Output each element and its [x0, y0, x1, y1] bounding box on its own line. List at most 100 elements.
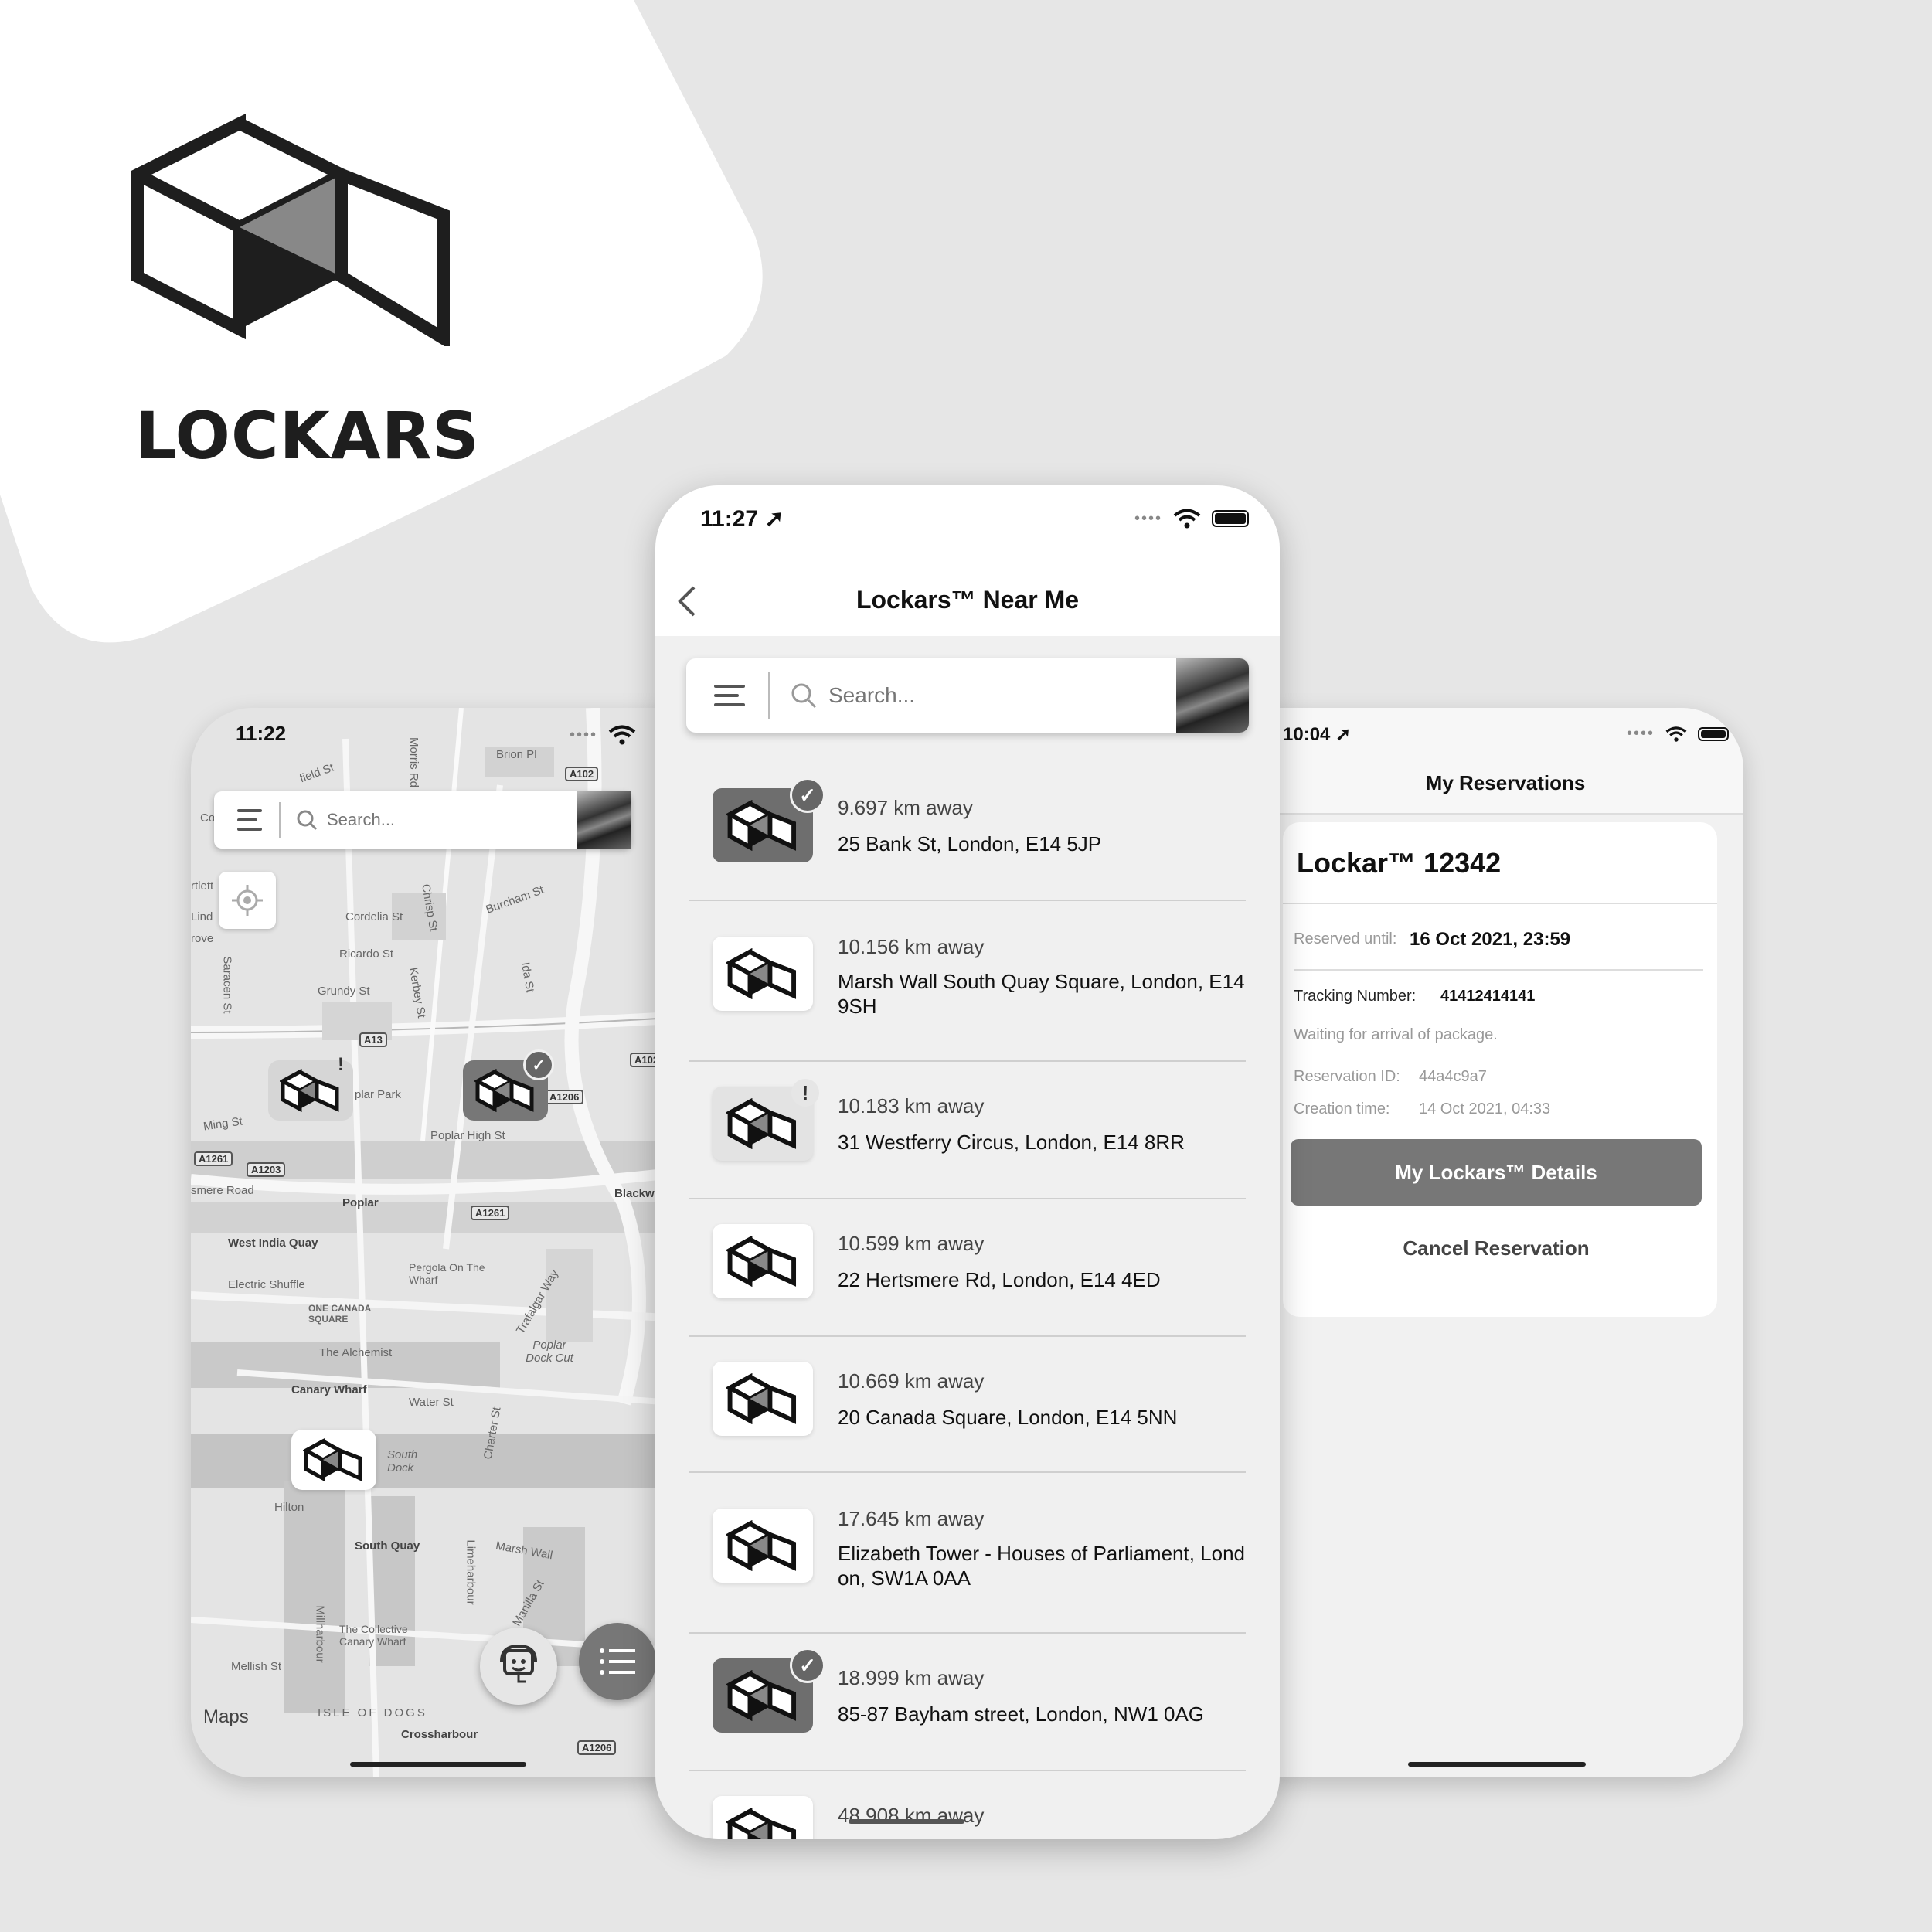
map-label: Millharbour	[313, 1605, 327, 1663]
check-icon: ✓	[790, 1648, 825, 1683]
road-tag: A102	[565, 767, 599, 781]
battery-icon	[1212, 510, 1250, 527]
wifi-icon	[1173, 509, 1201, 529]
locker-list-item[interactable]: ✓ 18.999 km away 85-87 Bayham street, Lond…	[689, 1634, 1246, 1771]
search-input[interactable]	[325, 809, 560, 831]
locker-distance: 18.999 km away	[838, 1666, 985, 1689]
locker-cube-icon	[280, 1069, 339, 1112]
locate-me-button[interactable]	[219, 872, 276, 929]
map-search-bar[interactable]	[214, 791, 631, 849]
map-label: Poplar Dock Cut	[526, 1338, 573, 1365]
signal-icon: ••••	[570, 726, 598, 743]
wifi-icon	[1665, 726, 1687, 742]
map-label: South Quay	[355, 1539, 420, 1553]
tracking-number-value: 41412414141	[1440, 988, 1536, 1005]
divider	[279, 802, 281, 838]
map-label: Lind	[191, 910, 213, 923]
alert-icon: !	[791, 1079, 819, 1107]
locker-icon-tile	[713, 1224, 813, 1298]
road-tag: A13	[359, 1032, 387, 1047]
tracking-number-label: Tracking Number:	[1294, 988, 1417, 1005]
locker-icon-tile	[713, 1362, 813, 1436]
wifi-icon	[608, 725, 636, 745]
road-tag: A1203	[247, 1162, 286, 1177]
profile-thumbnail[interactable]	[1176, 658, 1249, 733]
locker-list-item[interactable]: 10.669 km away 20 Canada Square, London, …	[689, 1337, 1246, 1473]
map-label: ISLE OF DOGS	[318, 1706, 427, 1719]
home-indicator	[1408, 1762, 1586, 1767]
locker-list-item[interactable]: 48.908 km away	[689, 1771, 1246, 1839]
search-input[interactable]	[827, 682, 1139, 709]
locker-address: 20 Canada Square, London, E14 5NN	[838, 1406, 1178, 1429]
apple-maps-attribution: Maps	[203, 1706, 249, 1727]
package-status: Waiting for arrival of package.	[1294, 1026, 1498, 1043]
map-label: The Collective Canary Wharf	[339, 1623, 408, 1648]
locker-cube-icon	[726, 948, 797, 999]
check-icon: ✓	[790, 777, 825, 813]
locker-distance: 10.669 km away	[838, 1369, 985, 1393]
map-label: Blackwa	[614, 1187, 662, 1200]
status-icons: ••••	[1134, 509, 1250, 529]
locker-distance: 48.908 km away	[838, 1804, 985, 1827]
locker-list-item[interactable]: 17.645 km away Elizabeth Tower - Houses o…	[689, 1473, 1246, 1634]
map-label: Saracen St	[220, 956, 234, 1014]
map-label: Canary Wharf	[291, 1383, 367, 1396]
signal-icon: ••••	[1134, 509, 1163, 527]
reservation-id-label: Reservation ID:	[1294, 1068, 1400, 1085]
status-icons: ••••	[570, 725, 636, 745]
road-tag: A1206	[577, 1740, 617, 1755]
battery-icon	[1698, 726, 1730, 741]
locker-list-item[interactable]: ! 10.183 km away 31 Westferry Circus, Lond…	[689, 1062, 1246, 1199]
location-arrow-icon: ➚	[1335, 724, 1352, 745]
locker-cube-icon	[303, 1438, 362, 1481]
map-label: Pergola On The Wharf	[409, 1261, 485, 1286]
profile-thumbnail[interactable]	[577, 791, 631, 849]
map-label: Electric Shuffle	[228, 1278, 305, 1291]
status-time: 10:04 ➚	[1283, 724, 1352, 745]
reservations-screen: 10:04 ➚ •••• My Reservations Lockar™ 123…	[1267, 708, 1743, 1777]
map-label: Poplar	[342, 1196, 379, 1209]
map-label: Water St	[409, 1396, 454, 1409]
list-view-button[interactable]	[579, 1623, 656, 1700]
status-time: 11:27 ➚	[700, 506, 784, 532]
menu-icon[interactable]	[714, 685, 745, 706]
road-tag: A1261	[471, 1206, 510, 1220]
locker-list-item[interactable]: 10.599 km away 22 Hertsmere Rd, London, E…	[689, 1199, 1246, 1337]
map-locker-pin[interactable]	[291, 1430, 376, 1490]
list-search-bar[interactable]	[686, 658, 1249, 733]
map-screen: Morris Rd Brion Pl Chrisp St Burcham St …	[191, 708, 685, 1777]
home-indicator	[849, 1819, 964, 1824]
map-label: Crossharbour	[401, 1728, 478, 1741]
list-icon	[600, 1648, 635, 1675]
home-indicator	[350, 1762, 526, 1767]
locker-list-item[interactable]: 10.156 km away Marsh Wall South Quay Squa…	[689, 901, 1246, 1062]
menu-icon[interactable]	[237, 809, 262, 831]
locker-distance: 10.599 km away	[838, 1232, 985, 1255]
map-label: Grundy St	[318, 985, 370, 998]
map-label: South Dock	[387, 1448, 418, 1475]
locker-distance: 10.156 km away	[838, 935, 985, 958]
road-tag: A1206	[545, 1090, 584, 1104]
creation-time-value: 14 Oct 2021, 04:33	[1419, 1100, 1551, 1117]
locker-distance: 10.183 km away	[838, 1094, 985, 1117]
locker-address: Marsh Wall South Quay Square, London, E1…	[838, 970, 1245, 1018]
support-chat-button[interactable]	[480, 1628, 557, 1705]
locker-list: ✓ 9.697 km away 25 Bank St, London, E14 5J…	[689, 764, 1246, 1839]
map-label: Limeharbour	[464, 1539, 478, 1605]
locker-cube-icon	[726, 1670, 797, 1721]
reserved-until-value: 16 Oct 2021, 23:59	[1410, 929, 1571, 950]
cancel-reservation-button[interactable]: Cancel Reservation	[1291, 1236, 1702, 1260]
locker-list-item[interactable]: ✓ 9.697 km away 25 Bank St, London, E14 5J…	[689, 764, 1246, 901]
map-label: rtlett	[191, 879, 214, 893]
map-label: Mellish St	[231, 1660, 282, 1673]
map-label: Ricardo St	[339, 947, 394, 961]
locker-distance: 17.645 km away	[838, 1507, 985, 1530]
lockars-logo	[131, 114, 450, 346]
map-label: West India Quay	[228, 1236, 318, 1250]
signal-icon: ••••	[1627, 725, 1655, 742]
locker-icon-tile	[713, 1796, 813, 1839]
map-label: The Alchemist	[319, 1346, 393, 1359]
my-lockers-details-button[interactable]: My Lockars™ Details	[1291, 1139, 1702, 1206]
lockers-list-screen: 11:27 ➚ •••• Lockars™ Near Me ✓ 9.697 km …	[655, 485, 1280, 1839]
search-icon	[297, 810, 318, 831]
